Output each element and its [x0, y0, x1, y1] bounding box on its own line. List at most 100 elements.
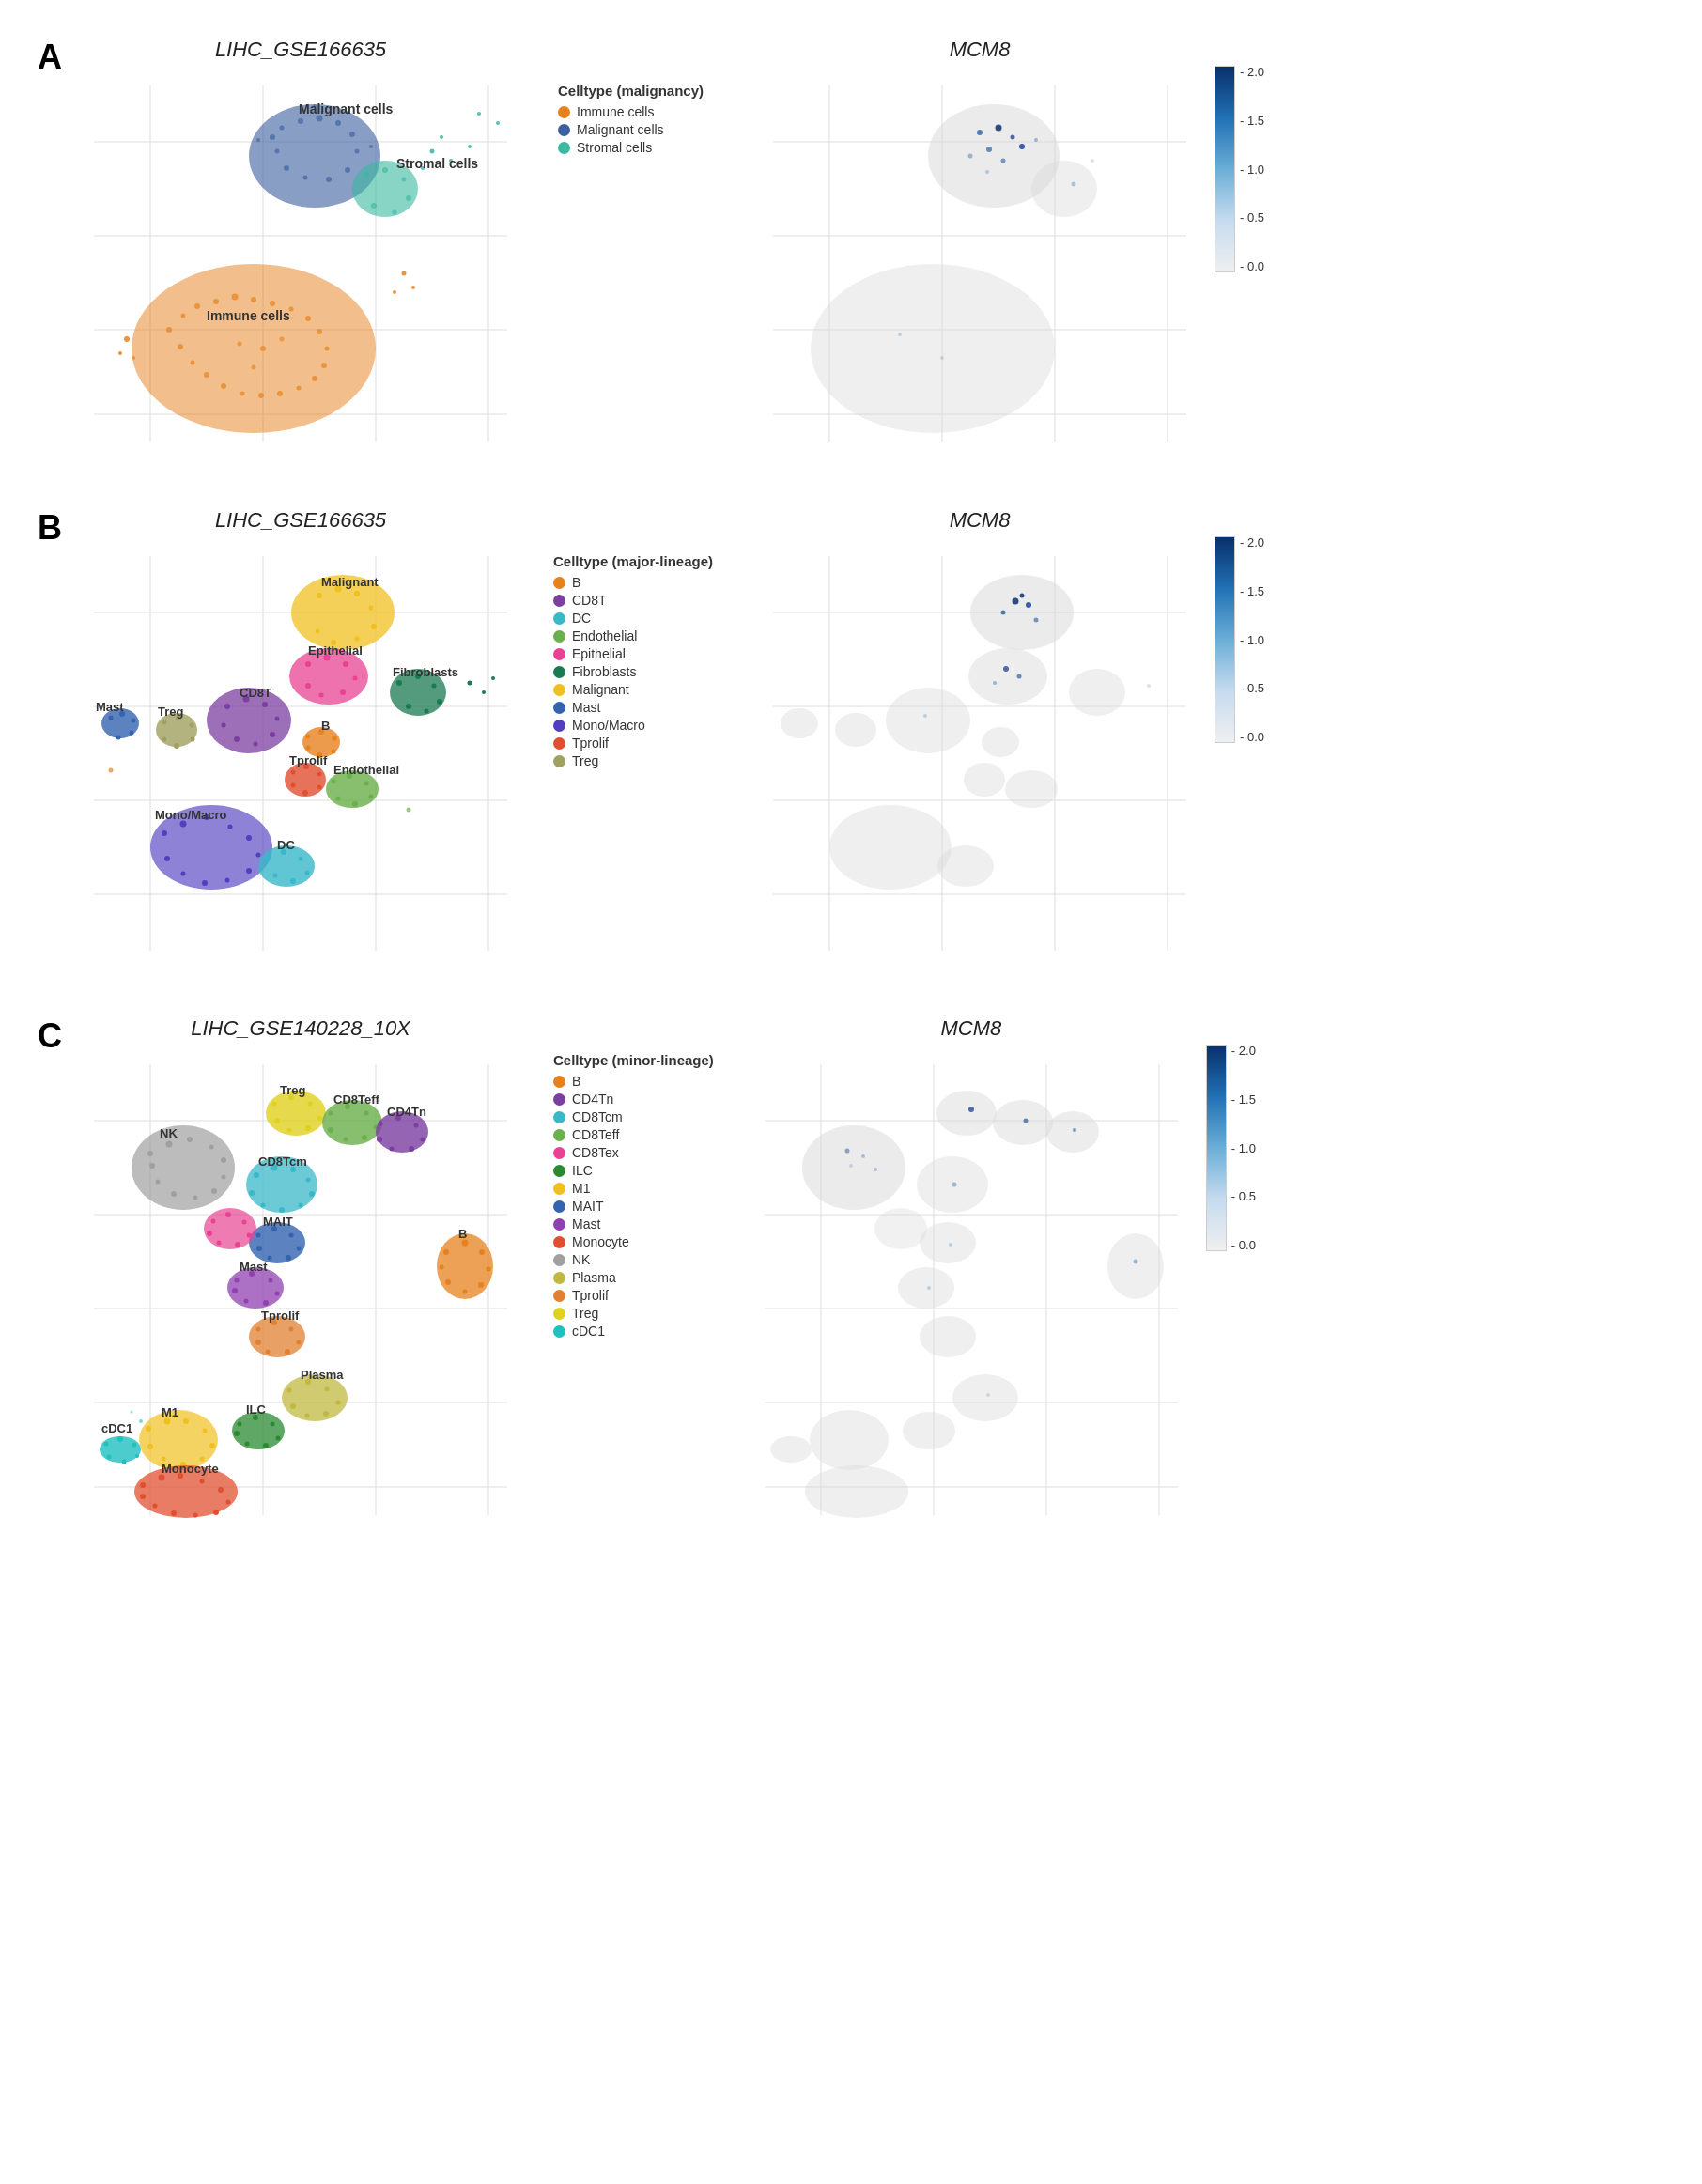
svg-point-42	[181, 314, 186, 318]
svg-point-17	[326, 177, 332, 182]
svg-point-337	[463, 1290, 468, 1294]
legend-item-a-1: Malignant cells	[558, 122, 704, 137]
svg-point-367	[139, 1419, 143, 1423]
svg-point-246	[147, 1151, 153, 1156]
colorbar-tick-b-4: - 0.0	[1240, 731, 1264, 743]
svg-point-63	[260, 346, 266, 351]
svg-text:DC: DC	[277, 838, 295, 852]
svg-point-172	[317, 785, 322, 790]
legend-dot-b-7	[553, 702, 565, 714]
legend-item-b-4: Epithelial	[553, 646, 713, 661]
svg-point-142	[234, 736, 240, 742]
svg-point-21	[256, 138, 260, 142]
legend-dot-b-5	[553, 666, 565, 678]
svg-point-254	[171, 1191, 177, 1197]
svg-point-201	[305, 871, 310, 875]
umap-svg-right-b	[754, 537, 1205, 969]
svg-point-166	[306, 746, 311, 751]
svg-text:CD8T: CD8T	[240, 686, 271, 700]
svg-point-132	[468, 681, 472, 686]
svg-point-191	[246, 868, 252, 874]
svg-point-164	[332, 750, 336, 754]
panel-content-a: LIHC_GSE166635	[38, 38, 1664, 461]
svg-point-11	[298, 118, 303, 124]
svg-point-283	[377, 1137, 382, 1142]
legend-dot-a-0	[558, 106, 570, 118]
svg-point-345	[336, 1401, 341, 1405]
colorbar-tick-a-1: - 1.5	[1240, 115, 1264, 127]
svg-point-251	[222, 1175, 226, 1180]
colorbar-tick-c-4: - 0.0	[1231, 1239, 1256, 1251]
colorbar-tick-b-3: - 0.5	[1240, 682, 1264, 694]
legend-dot-b-10	[553, 755, 565, 767]
svg-point-334	[479, 1249, 485, 1255]
legend-dot-b-4	[553, 648, 565, 660]
svg-point-118	[343, 661, 348, 667]
umap-left-title-a: LIHC_GSE166635	[75, 38, 526, 62]
svg-text:B: B	[458, 1227, 467, 1241]
legend-item-b-9: Tprolif	[553, 736, 713, 751]
svg-point-312	[207, 1231, 212, 1236]
legend-item-c-6: M1	[553, 1181, 714, 1196]
umap-right-title-b: MCM8	[754, 508, 1205, 533]
svg-point-55	[277, 391, 283, 396]
legend-label-a-1: Malignant cells	[577, 122, 664, 137]
colorbar-tick-c-0: - 2.0	[1231, 1045, 1256, 1057]
legend-label-c-2: CD8Tcm	[572, 1109, 623, 1124]
svg-point-128	[437, 699, 442, 705]
svg-point-218	[886, 688, 970, 753]
svg-point-277	[379, 1122, 383, 1126]
svg-point-314	[235, 1278, 240, 1283]
legend-c: Celltype (minor-lineage) B CD4Tn CD8Tcm …	[540, 1045, 727, 1349]
svg-point-378	[147, 1444, 153, 1449]
svg-point-9	[270, 134, 275, 140]
svg-text:cDC1: cDC1	[101, 1421, 132, 1435]
legend-dot-c-14	[553, 1325, 565, 1338]
legend-a: Celltype (malignancy) Immune cells Malig…	[545, 75, 717, 165]
svg-point-148	[132, 719, 136, 723]
svg-point-263	[305, 1125, 311, 1131]
legend-item-c-11: Plasma	[553, 1270, 714, 1285]
svg-point-190	[256, 853, 261, 858]
svg-point-280	[421, 1138, 426, 1142]
svg-point-318	[263, 1300, 269, 1306]
svg-point-308	[242, 1220, 247, 1225]
legend-item-c-4: CD8Tex	[553, 1145, 714, 1160]
svg-point-421	[949, 1243, 952, 1247]
svg-point-216	[968, 648, 1047, 705]
panel-b: B LIHC_GSE166635	[38, 508, 1664, 969]
svg-point-13	[335, 120, 341, 126]
legend-label-b-8: Mono/Macro	[572, 718, 645, 733]
svg-point-335	[487, 1267, 491, 1272]
svg-point-110	[371, 624, 377, 629]
svg-point-297	[256, 1233, 261, 1238]
umap-right-title-a: MCM8	[754, 38, 1205, 62]
colorbar-labels-a: - 2.0 - 1.5 - 1.0 - 0.5 - 0.0	[1240, 66, 1264, 272]
svg-point-245	[132, 1125, 235, 1210]
svg-point-38	[477, 112, 481, 116]
svg-point-386	[226, 1500, 231, 1505]
svg-point-427	[861, 1154, 865, 1158]
legend-dot-b-9	[553, 737, 565, 750]
svg-point-130	[406, 704, 411, 709]
umap-right-a: MCM8	[754, 38, 1205, 461]
legend-label-c-7: MAIT	[572, 1199, 603, 1214]
legend-item-a-0: Immune cells	[558, 104, 704, 119]
svg-point-20	[275, 149, 280, 154]
svg-point-88	[1001, 159, 1006, 163]
svg-point-307	[225, 1212, 231, 1217]
svg-point-265	[274, 1118, 280, 1123]
colorbar-gradient-c	[1206, 1045, 1227, 1251]
legend-label-c-9: Monocyte	[572, 1234, 629, 1249]
colorbar-c: - 2.0 - 1.5 - 1.0 - 0.5 - 0.0	[1206, 1045, 1256, 1251]
svg-point-391	[140, 1494, 146, 1499]
svg-point-261	[308, 1102, 313, 1107]
svg-text:NK: NK	[160, 1126, 178, 1140]
colorbar-b: - 2.0 - 1.5 - 1.0 - 0.5 - 0.0	[1215, 536, 1264, 743]
svg-text:B: B	[321, 719, 330, 733]
svg-point-198	[266, 857, 271, 861]
svg-text:M1: M1	[162, 1405, 178, 1419]
svg-point-18	[303, 176, 308, 180]
colorbar-tick-c-3: - 0.5	[1231, 1190, 1256, 1202]
svg-point-299	[289, 1233, 294, 1238]
